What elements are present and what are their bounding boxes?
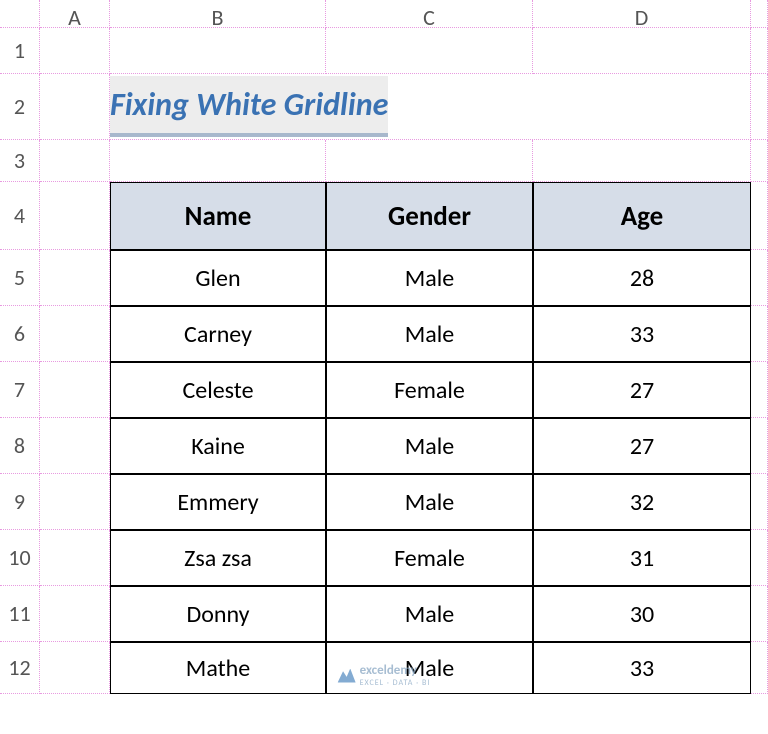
table-row[interactable]: Male <box>326 586 533 642</box>
cell-a4[interactable] <box>40 182 110 250</box>
cell-a5[interactable] <box>40 250 110 306</box>
row-header-11[interactable]: 11 <box>0 586 40 642</box>
spreadsheet-grid: A B C D 1 2 Fixing White Gridline 3 4 Na… <box>0 0 768 694</box>
table-header-gender[interactable]: Gender <box>326 182 533 250</box>
table-row[interactable]: Male <box>326 418 533 474</box>
cell-e12 <box>751 642 768 694</box>
cell-e4 <box>751 182 768 250</box>
col-header-b[interactable]: B <box>110 0 326 28</box>
cell-c1[interactable] <box>326 28 533 74</box>
table-row[interactable]: Male <box>326 642 533 694</box>
col-header-extra <box>751 0 768 28</box>
cell-d3[interactable] <box>533 140 751 182</box>
cell-a8[interactable] <box>40 418 110 474</box>
table-row[interactable]: Male <box>326 250 533 306</box>
cell-a11[interactable] <box>40 586 110 642</box>
cell-a10[interactable] <box>40 530 110 586</box>
row-header-7[interactable]: 7 <box>0 362 40 418</box>
row-header-9[interactable]: 9 <box>0 474 40 530</box>
row-header-1[interactable]: 1 <box>0 28 40 74</box>
table-row[interactable]: Carney <box>110 306 326 362</box>
title-cell[interactable]: Fixing White Gridline <box>110 76 388 137</box>
table-row[interactable]: Male <box>326 306 533 362</box>
table-row[interactable]: Male <box>326 474 533 530</box>
cell-e7 <box>751 362 768 418</box>
table-row[interactable]: 30 <box>533 586 751 642</box>
table-row[interactable]: 28 <box>533 250 751 306</box>
table-row[interactable]: Female <box>326 530 533 586</box>
table-row[interactable]: Female <box>326 362 533 418</box>
table-row[interactable]: 33 <box>533 306 751 362</box>
table-header-name[interactable]: Name <box>110 182 326 250</box>
cell-c3[interactable] <box>326 140 533 182</box>
col-header-a[interactable]: A <box>40 0 110 28</box>
row-header-4[interactable]: 4 <box>0 182 40 250</box>
cell-d1[interactable] <box>533 28 751 74</box>
cell-b1[interactable] <box>110 28 326 74</box>
row-header-2[interactable]: 2 <box>0 74 40 140</box>
table-row[interactable]: Celeste <box>110 362 326 418</box>
cell-b3[interactable] <box>110 140 326 182</box>
cell-e2 <box>751 74 768 140</box>
col-header-c[interactable]: C <box>326 0 533 28</box>
table-row[interactable]: 27 <box>533 362 751 418</box>
table-row[interactable]: 27 <box>533 418 751 474</box>
cell-a1[interactable] <box>40 28 110 74</box>
table-row[interactable]: Kaine <box>110 418 326 474</box>
table-row[interactable]: Zsa zsa <box>110 530 326 586</box>
table-row[interactable]: Mathe <box>110 642 326 694</box>
row-header-8[interactable]: 8 <box>0 418 40 474</box>
cell-e9 <box>751 474 768 530</box>
cell-a3[interactable] <box>40 140 110 182</box>
cell-e6 <box>751 306 768 362</box>
cell-e10 <box>751 530 768 586</box>
col-header-d[interactable]: D <box>533 0 751 28</box>
table-row[interactable]: 33 <box>533 642 751 694</box>
table-row[interactable]: Donny <box>110 586 326 642</box>
select-all-corner[interactable] <box>0 0 40 28</box>
row-header-6[interactable]: 6 <box>0 306 40 362</box>
row-header-5[interactable]: 5 <box>0 250 40 306</box>
cell-e3 <box>751 140 768 182</box>
cell-e5 <box>751 250 768 306</box>
cell-a9[interactable] <box>40 474 110 530</box>
table-header-age[interactable]: Age <box>533 182 751 250</box>
table-row[interactable]: Glen <box>110 250 326 306</box>
row-header-3[interactable]: 3 <box>0 140 40 182</box>
cell-a7[interactable] <box>40 362 110 418</box>
cell-e8 <box>751 418 768 474</box>
cell-a12[interactable] <box>40 642 110 694</box>
cell-e1 <box>751 28 768 74</box>
table-row[interactable]: Emmery <box>110 474 326 530</box>
row-header-10[interactable]: 10 <box>0 530 40 586</box>
table-row[interactable]: 32 <box>533 474 751 530</box>
cell-e11 <box>751 586 768 642</box>
cell-a6[interactable] <box>40 306 110 362</box>
table-row[interactable]: 31 <box>533 530 751 586</box>
row-header-12[interactable]: 12 <box>0 642 40 694</box>
cell-a2[interactable] <box>40 74 110 140</box>
